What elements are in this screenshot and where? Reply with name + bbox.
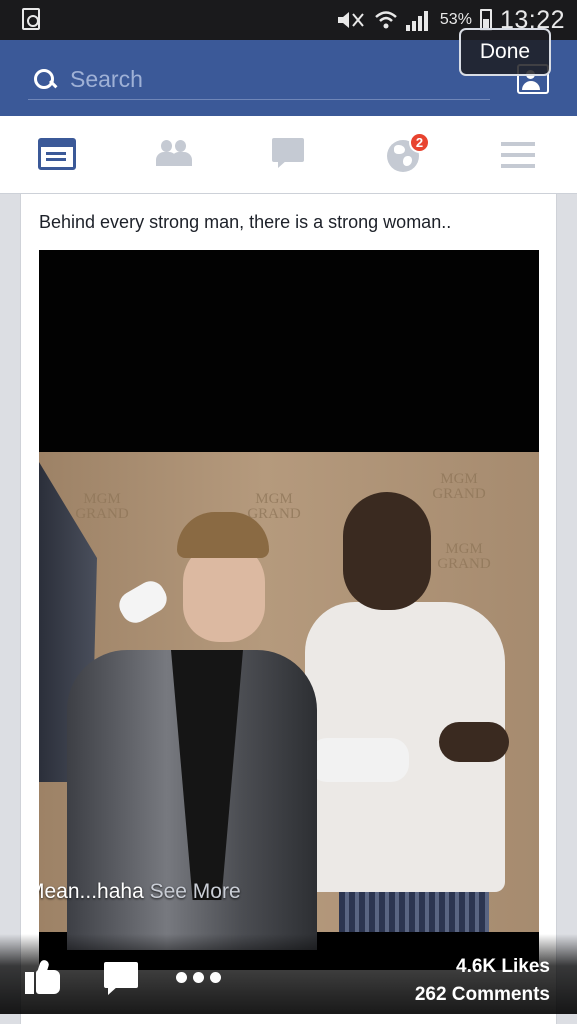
mute-icon	[337, 12, 364, 28]
tab-friend-requests[interactable]	[123, 116, 223, 194]
post-card: Behind every strong man, there is a stro…	[20, 194, 557, 1024]
navigation-tabs: 2	[0, 116, 577, 194]
photo-caption: Mean...haha See More	[39, 880, 241, 904]
screenshot-notification-icon	[22, 8, 40, 30]
messages-icon	[272, 138, 304, 168]
likes-count[interactable]: 4.6K Likes	[456, 956, 550, 978]
tab-messages[interactable]	[238, 116, 338, 194]
tab-more-menu[interactable]	[468, 116, 568, 194]
comment-icon[interactable]	[104, 962, 138, 995]
done-button[interactable]: Done	[459, 28, 551, 76]
post-photo[interactable]: MGM GRAND MGM GRAND MGM GRAND MGM GRAND	[39, 250, 539, 970]
post-text: Behind every strong man, there is a stro…	[39, 212, 452, 232]
more-options-icon[interactable]	[176, 972, 222, 984]
notifications-badge: 2	[409, 132, 430, 153]
news-feed[interactable]: Behind every strong man, there is a stro…	[0, 194, 577, 1024]
search-bar[interactable]	[28, 60, 490, 100]
signal-strength-icon	[405, 9, 432, 31]
caption-text: Mean...haha	[39, 880, 144, 903]
friends-icon	[155, 138, 195, 170]
tab-news-feed[interactable]	[8, 116, 108, 194]
person-left	[67, 512, 317, 950]
photo-black-area	[39, 250, 539, 452]
search-icon	[32, 67, 58, 93]
search-input[interactable]	[70, 62, 490, 97]
tab-notifications[interactable]: 2	[353, 116, 453, 194]
photo-scene: MGM GRAND MGM GRAND MGM GRAND MGM GRAND	[39, 452, 539, 950]
menu-icon	[501, 142, 535, 168]
app-screen: 53% 13:22 Done 2	[0, 0, 577, 1024]
battery-percent: 53%	[439, 11, 472, 28]
search-header: Done	[0, 28, 577, 116]
wifi-icon	[375, 11, 397, 29]
news-feed-icon	[38, 138, 76, 170]
comments-count[interactable]: 262 Comments	[415, 984, 550, 1006]
photo-action-bar: 4.6K Likes 262 Comments	[0, 934, 577, 1014]
see-more-link[interactable]: See More	[150, 880, 241, 903]
person-right	[289, 492, 529, 932]
like-icon[interactable]	[25, 958, 63, 994]
